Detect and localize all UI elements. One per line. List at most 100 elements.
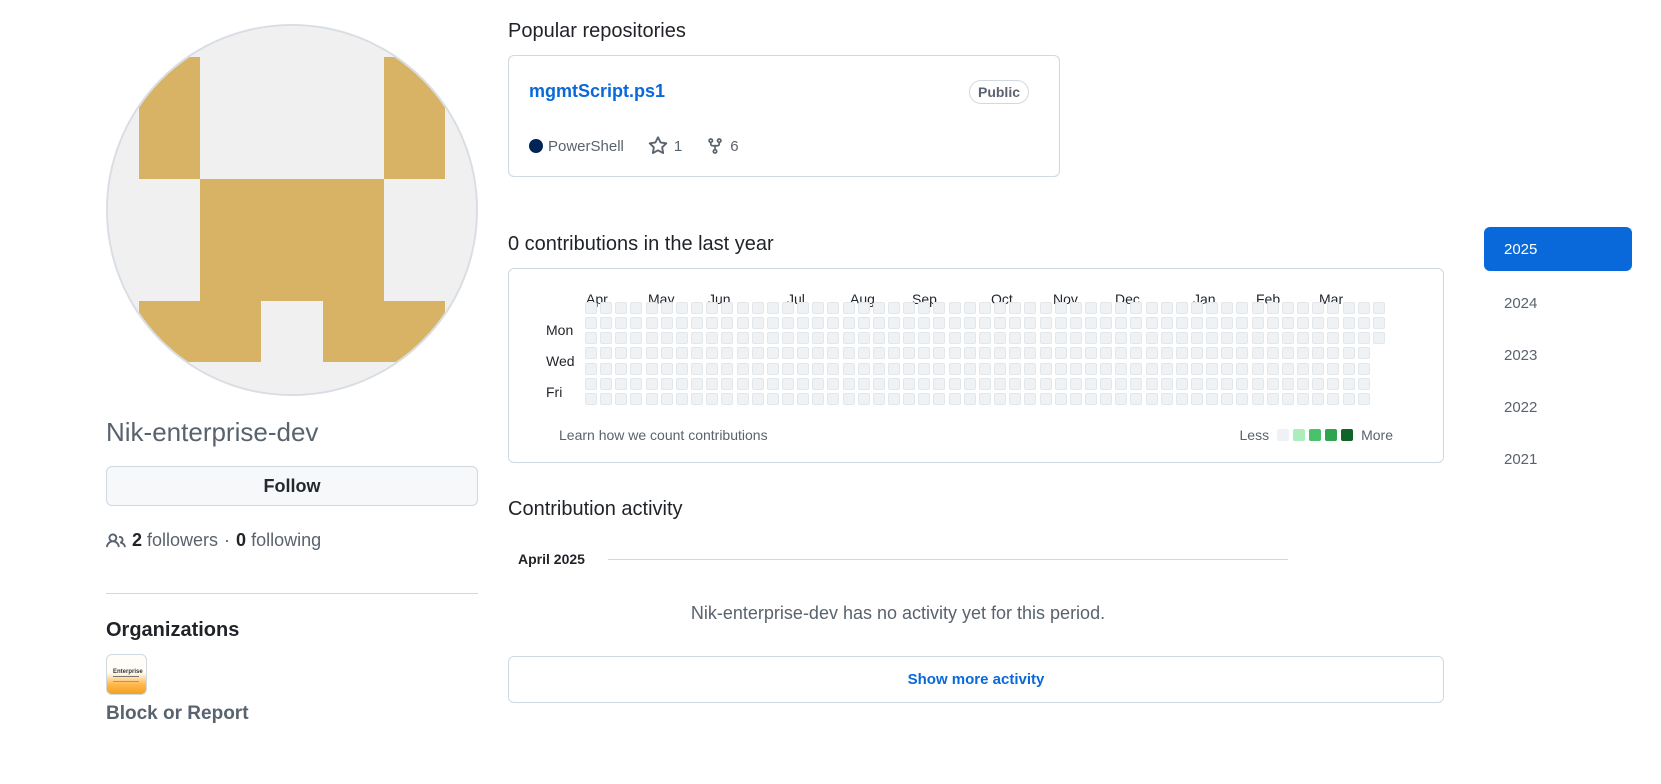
contribution-day-cell[interactable] bbox=[918, 392, 931, 405]
contribution-day-cell[interactable] bbox=[933, 377, 946, 390]
contribution-day-cell[interactable] bbox=[645, 317, 658, 330]
contribution-day-cell[interactable] bbox=[1312, 302, 1325, 314]
contribution-day-cell[interactable] bbox=[736, 302, 749, 314]
contribution-day-cell[interactable] bbox=[736, 317, 749, 330]
contribution-day-cell[interactable] bbox=[1115, 347, 1128, 360]
contribution-day-cell[interactable] bbox=[1342, 392, 1355, 405]
contribution-day-cell[interactable] bbox=[751, 317, 764, 330]
contribution-day-cell[interactable] bbox=[660, 392, 673, 405]
contribution-day-cell[interactable] bbox=[918, 332, 931, 345]
contribution-day-cell[interactable] bbox=[857, 377, 870, 390]
contribution-day-cell[interactable] bbox=[691, 347, 704, 360]
contribution-day-cell[interactable] bbox=[1084, 392, 1097, 405]
contribution-day-cell[interactable] bbox=[675, 317, 688, 330]
contribution-day-cell[interactable] bbox=[766, 377, 779, 390]
contribution-day-cell[interactable] bbox=[994, 392, 1007, 405]
contribution-day-cell[interactable] bbox=[675, 332, 688, 345]
forks-link[interactable]: 6 bbox=[706, 137, 739, 155]
contribution-day-cell[interactable] bbox=[585, 392, 597, 405]
contribution-day-cell[interactable] bbox=[1175, 332, 1188, 345]
contribution-day-cell[interactable] bbox=[1206, 392, 1219, 405]
contribution-day-cell[interactable] bbox=[1115, 377, 1128, 390]
contribution-day-cell[interactable] bbox=[963, 347, 976, 360]
contribution-day-cell[interactable] bbox=[1024, 302, 1037, 314]
followers-link[interactable]: 2 followers bbox=[132, 530, 218, 551]
contribution-day-cell[interactable] bbox=[918, 302, 931, 314]
contribution-day-cell[interactable] bbox=[1357, 347, 1370, 360]
contribution-day-cell[interactable] bbox=[615, 332, 628, 345]
contribution-day-cell[interactable] bbox=[751, 377, 764, 390]
stars-link[interactable]: 1 bbox=[648, 136, 682, 156]
contribution-day-cell[interactable] bbox=[948, 377, 961, 390]
contribution-day-cell[interactable] bbox=[736, 347, 749, 360]
contribution-day-cell[interactable] bbox=[645, 332, 658, 345]
contribution-day-cell[interactable] bbox=[1115, 362, 1128, 375]
contribution-day-cell[interactable] bbox=[1357, 377, 1370, 390]
contribution-day-cell[interactable] bbox=[948, 392, 961, 405]
contribution-day-cell[interactable] bbox=[1206, 302, 1219, 314]
contribution-day-cell[interactable] bbox=[706, 377, 719, 390]
contribution-day-cell[interactable] bbox=[872, 377, 885, 390]
contribution-day-cell[interactable] bbox=[903, 332, 916, 345]
contribution-day-cell[interactable] bbox=[1342, 302, 1355, 314]
contribution-day-cell[interactable] bbox=[660, 377, 673, 390]
contribution-day-cell[interactable] bbox=[691, 362, 704, 375]
contribution-day-cell[interactable] bbox=[736, 392, 749, 405]
contribution-day-cell[interactable] bbox=[1312, 332, 1325, 345]
year-link-2022[interactable]: 2022 bbox=[1484, 385, 1632, 429]
contribution-day-cell[interactable] bbox=[1054, 302, 1067, 314]
contribution-day-cell[interactable] bbox=[721, 392, 734, 405]
contribution-day-cell[interactable] bbox=[918, 347, 931, 360]
contribution-day-cell[interactable] bbox=[1069, 317, 1082, 330]
contribution-day-cell[interactable] bbox=[963, 362, 976, 375]
contribution-day-cell[interactable] bbox=[812, 302, 825, 314]
contribution-day-cell[interactable] bbox=[903, 317, 916, 330]
contribution-day-cell[interactable] bbox=[842, 347, 855, 360]
contribution-day-cell[interactable] bbox=[1175, 302, 1188, 314]
contribution-day-cell[interactable] bbox=[1039, 332, 1052, 345]
contribution-day-cell[interactable] bbox=[827, 392, 840, 405]
contribution-day-cell[interactable] bbox=[766, 362, 779, 375]
contribution-day-cell[interactable] bbox=[842, 362, 855, 375]
contribution-day-cell[interactable] bbox=[1297, 317, 1310, 330]
contribution-day-cell[interactable] bbox=[1024, 317, 1037, 330]
contribution-day-cell[interactable] bbox=[1372, 317, 1385, 330]
contribution-day-cell[interactable] bbox=[1206, 377, 1219, 390]
contribution-day-cell[interactable] bbox=[1054, 332, 1067, 345]
contribution-day-cell[interactable] bbox=[1297, 392, 1310, 405]
contribution-day-cell[interactable] bbox=[888, 302, 900, 314]
contribution-day-cell[interactable] bbox=[675, 347, 688, 360]
contribution-day-cell[interactable] bbox=[1115, 302, 1128, 314]
contribution-day-cell[interactable] bbox=[1281, 332, 1294, 345]
organization-avatar[interactable]: Enterprise bbox=[106, 654, 147, 695]
contribution-day-cell[interactable] bbox=[1297, 377, 1310, 390]
contribution-day-cell[interactable] bbox=[1100, 317, 1113, 330]
contribution-day-cell[interactable] bbox=[660, 347, 673, 360]
contribution-day-cell[interactable] bbox=[1191, 347, 1203, 360]
contribution-day-cell[interactable] bbox=[585, 317, 597, 330]
contribution-day-cell[interactable] bbox=[903, 362, 916, 375]
contribution-day-cell[interactable] bbox=[691, 302, 704, 314]
contribution-day-cell[interactable] bbox=[1084, 332, 1097, 345]
contribution-day-cell[interactable] bbox=[978, 302, 991, 314]
contribution-day-cell[interactable] bbox=[1084, 347, 1097, 360]
year-link-2025[interactable]: 2025 bbox=[1484, 227, 1632, 271]
contribution-day-cell[interactable] bbox=[1281, 362, 1294, 375]
contribution-day-cell[interactable] bbox=[994, 332, 1007, 345]
contribution-day-cell[interactable] bbox=[888, 392, 900, 405]
contribution-day-cell[interactable] bbox=[1327, 332, 1340, 345]
contribution-day-cell[interactable] bbox=[1145, 317, 1158, 330]
contribution-day-cell[interactable] bbox=[1266, 377, 1279, 390]
contribution-day-cell[interactable] bbox=[781, 302, 794, 314]
contribution-day-cell[interactable] bbox=[1327, 347, 1340, 360]
contribution-day-cell[interactable] bbox=[888, 317, 900, 330]
contribution-day-cell[interactable] bbox=[630, 392, 643, 405]
contribution-day-cell[interactable] bbox=[1160, 392, 1173, 405]
contribution-day-cell[interactable] bbox=[721, 347, 734, 360]
contribution-day-cell[interactable] bbox=[1266, 317, 1279, 330]
contribution-day-cell[interactable] bbox=[1054, 347, 1067, 360]
contribution-day-cell[interactable] bbox=[1221, 317, 1234, 330]
contribution-day-cell[interactable] bbox=[1175, 317, 1188, 330]
contribution-day-cell[interactable] bbox=[1130, 317, 1143, 330]
contribution-day-cell[interactable] bbox=[766, 392, 779, 405]
